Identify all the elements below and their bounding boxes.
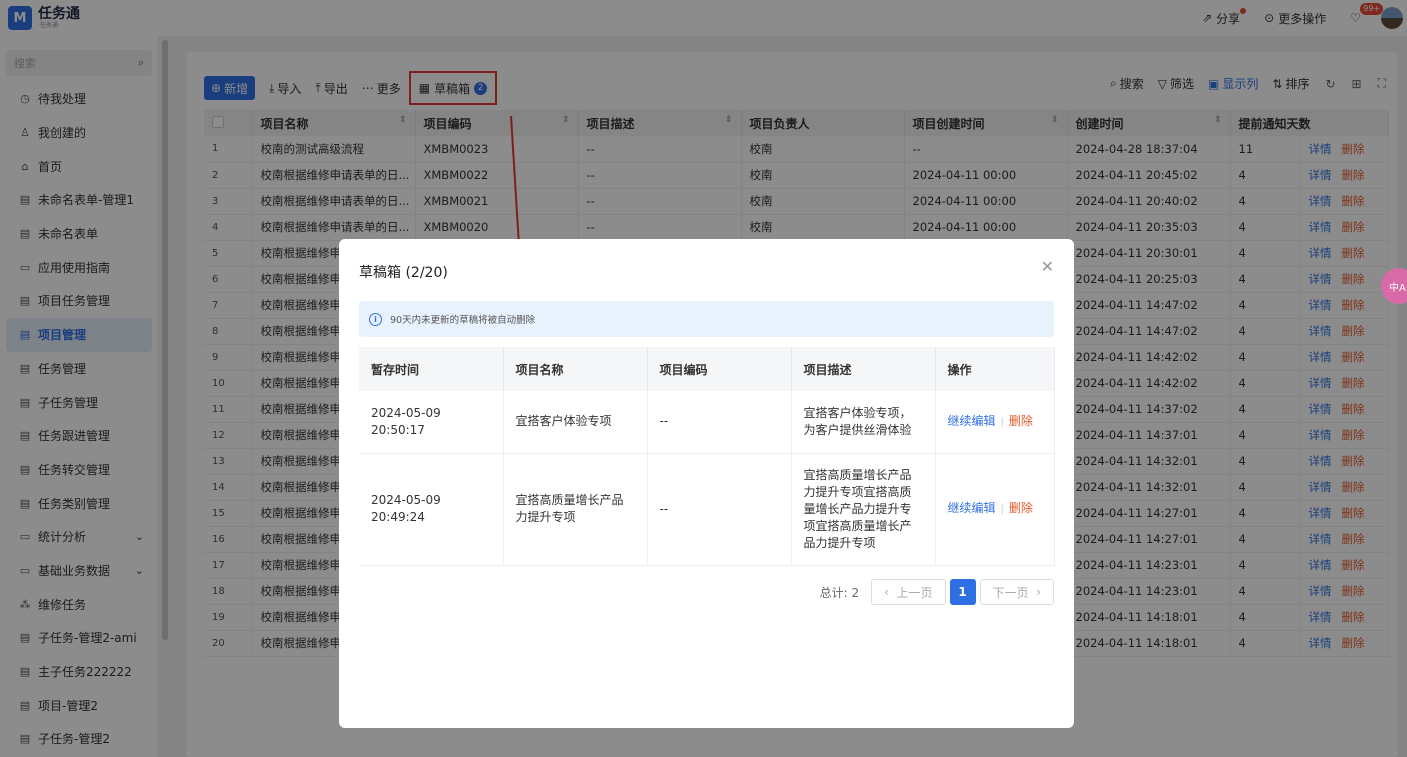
col-header: 项目描述 — [791, 347, 936, 391]
draft-code: -- — [647, 391, 792, 454]
notice-bar: i 90天内未更新的草稿将被自动删除 — [359, 301, 1054, 337]
draft-name: 宜搭高质量增长产品力提升专项 — [503, 453, 648, 566]
close-icon[interactable]: ✕ — [1041, 257, 1054, 276]
draft-desc: 宜搭客户体验专项，为客户提供丝滑体验 — [791, 391, 936, 454]
table-row: 2024-05-09 20:50:17 宜搭客户体验专项 -- 宜搭客户体验专项… — [359, 391, 1055, 454]
pager-total: 总计: 2 — [819, 585, 860, 600]
delete-link[interactable]: 删除 — [1009, 414, 1033, 428]
chevron-left-icon: ‹ — [884, 585, 897, 599]
draft-actions: 继续编辑 | 删除 — [935, 391, 1055, 454]
continue-edit-link[interactable]: 继续编辑 — [948, 501, 996, 515]
draft-desc: 宜搭高质量增长产品力提升专项宜搭高质量增长产品力提升专项宜搭高质量增长产品力提升… — [791, 453, 936, 566]
draft-table: 暂存时间 项目名称 项目编码 项目描述 操作 2024-05-09 20:50:… — [359, 347, 1055, 566]
modal-title: 草稿箱 (2/20) — [359, 265, 448, 281]
next-page-button[interactable]: 下一页 › — [979, 579, 1054, 605]
col-header: 操作 — [935, 347, 1055, 391]
chevron-right-icon: › — [1028, 585, 1041, 599]
draft-box-modal: 草稿箱 (2/20) ✕ i 90天内未更新的草稿将被自动删除 暂存时间 项目名… — [339, 239, 1074, 728]
col-header: 项目名称 — [503, 347, 648, 391]
draft-time: 2024-05-09 20:49:24 — [359, 453, 504, 566]
table-row: 2024-05-09 20:49:24 宜搭高质量增长产品力提升专项 -- 宜搭… — [359, 453, 1055, 566]
page-number-button[interactable]: 1 — [949, 579, 976, 605]
draft-time: 2024-05-09 20:50:17 — [359, 391, 504, 454]
draft-actions: 继续编辑 | 删除 — [935, 453, 1055, 566]
col-header: 暂存时间 — [359, 347, 504, 391]
continue-edit-link[interactable]: 继续编辑 — [948, 414, 996, 428]
draft-code: -- — [647, 453, 792, 566]
prev-page-button[interactable]: ‹ 上一页 — [871, 579, 946, 605]
pagination: 总计: 2 ‹ 上一页 1 下一页 › — [820, 579, 1054, 605]
draft-name: 宜搭客户体验专项 — [503, 391, 648, 454]
info-icon: i — [369, 312, 382, 326]
col-header: 项目编码 — [647, 347, 792, 391]
delete-link[interactable]: 删除 — [1009, 501, 1033, 515]
